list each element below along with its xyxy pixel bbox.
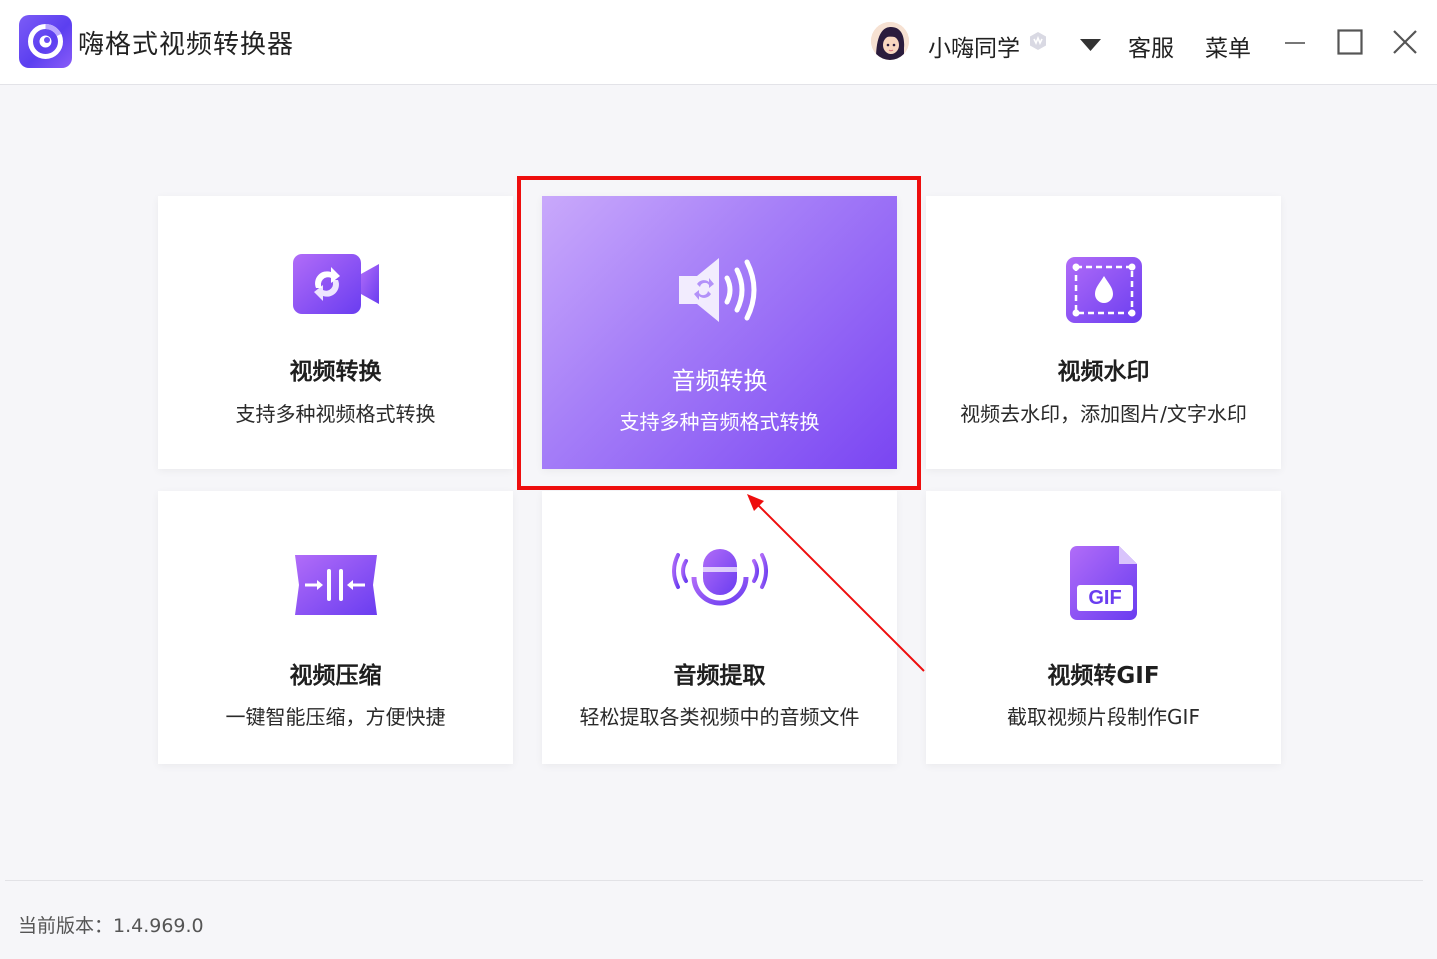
vip-badge-icon	[1027, 30, 1049, 56]
version-label: 当前版本：1.4.969.0	[18, 915, 204, 937]
title-bar: 嗨格式视频转换器 小嗨同学 客服 菜单	[0, 0, 1437, 85]
video-convert-icon	[158, 252, 513, 316]
card-title: 视频压缩	[289, 663, 382, 689]
gif-label: GIF	[1088, 587, 1122, 609]
app-logo-icon	[19, 15, 72, 68]
compress-icon	[158, 553, 513, 617]
app-title: 嗨格式视频转换器	[78, 30, 295, 60]
microphone-icon	[542, 547, 897, 621]
close-icon[interactable]	[1392, 28, 1418, 60]
footer-divider	[5, 880, 1423, 881]
maximize-icon[interactable]	[1337, 28, 1363, 60]
card-video-gif[interactable]: GIF 视频转GIF 截取视频片段制作GIF	[926, 491, 1281, 764]
watermark-icon	[926, 256, 1281, 324]
customer-service-link[interactable]: 客服	[1128, 29, 1174, 63]
card-description: 一键智能压缩，方便快捷	[225, 705, 446, 729]
card-title: 视频转GIF	[1047, 663, 1160, 689]
card-description: 轻松提取各类视频中的音频文件	[579, 705, 860, 729]
user-dropdown-icon[interactable]	[1080, 37, 1101, 56]
username[interactable]: 小嗨同学	[928, 29, 1020, 63]
app-window: 嗨格式视频转换器 小嗨同学 客服 菜单 视频转换 支持多种视频格式转换 音频转换…	[0, 0, 1437, 959]
card-title: 视频水印	[1057, 359, 1150, 385]
highlight-box	[517, 176, 921, 490]
card-video-compress[interactable]: 视频压缩 一键智能压缩，方便快捷	[158, 491, 513, 764]
card-description: 支持多种视频格式转换	[235, 402, 436, 426]
minimize-icon[interactable]	[1284, 28, 1306, 60]
gif-file-icon: GIF	[926, 545, 1281, 621]
card-video-convert[interactable]: 视频转换 支持多种视频格式转换	[158, 196, 513, 469]
menu-link[interactable]: 菜单	[1205, 29, 1251, 63]
card-video-watermark[interactable]: 视频水印 视频去水印，添加图片/文字水印	[926, 196, 1281, 469]
card-description: 截取视频片段制作GIF	[1007, 705, 1200, 729]
card-title: 音频提取	[673, 663, 766, 689]
user-avatar[interactable]	[871, 22, 909, 60]
card-title: 视频转换	[289, 359, 382, 385]
card-description: 视频去水印，添加图片/文字水印	[960, 402, 1247, 426]
card-audio-extract[interactable]: 音频提取 轻松提取各类视频中的音频文件	[542, 491, 897, 764]
